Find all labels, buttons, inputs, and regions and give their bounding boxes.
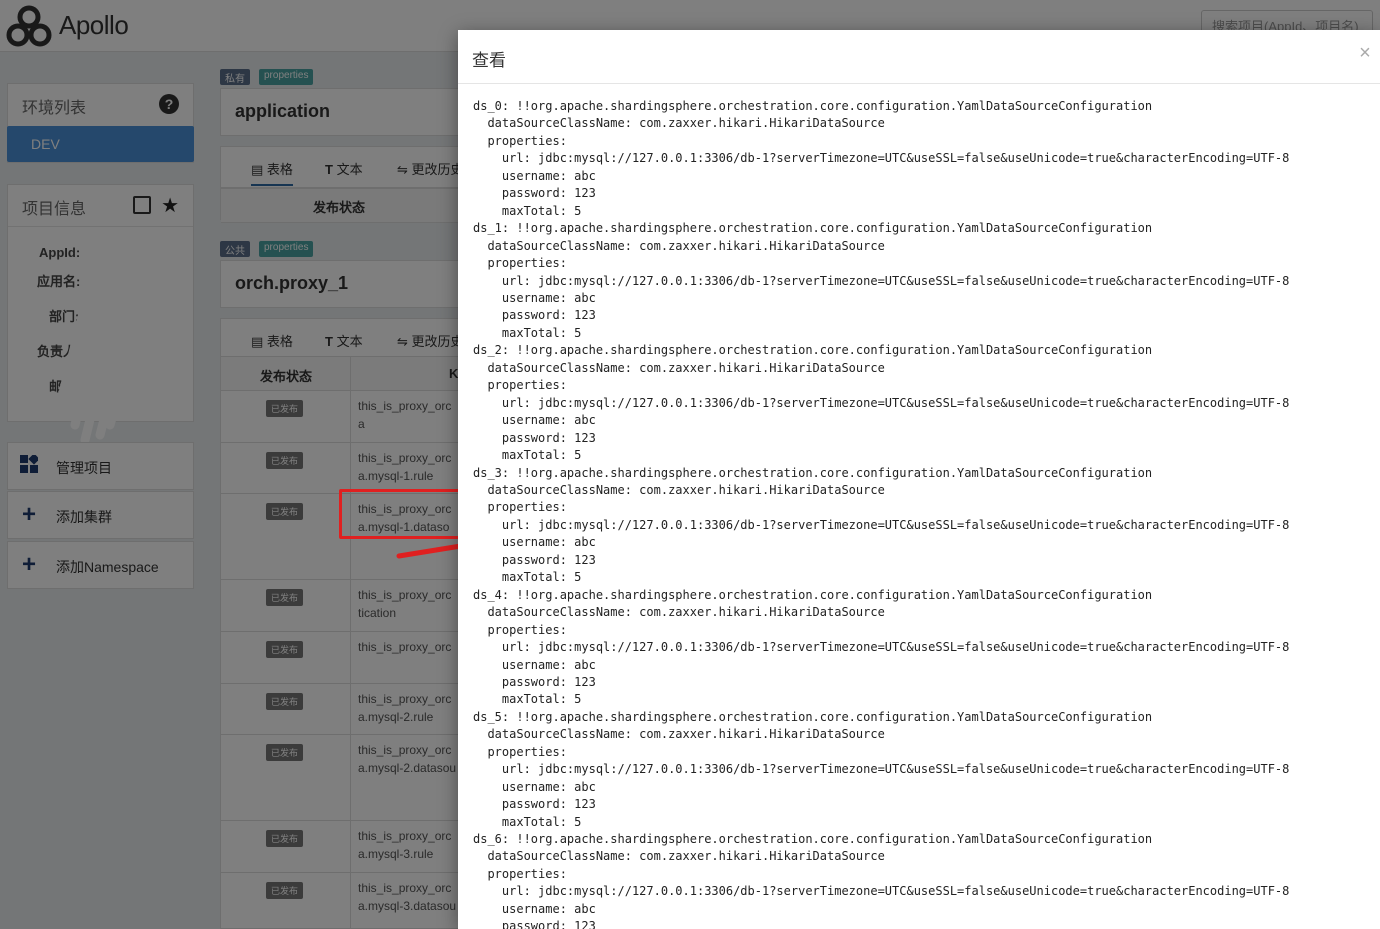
config-line: ds_5: !!org.apache.shardingsphere.orches…	[473, 709, 1153, 724]
config-line: ds_3: !!org.apache.shardingsphere.orches…	[473, 465, 1153, 480]
config-line: maxTotal: 5	[473, 570, 582, 585]
config-line: url: jdbc:mysql://127.0.0.1:3306/db-1?se…	[473, 151, 1290, 166]
config-line: properties:	[473, 622, 567, 637]
config-line: properties:	[473, 500, 567, 515]
config-line: ds_6: !!org.apache.shardingsphere.orches…	[473, 832, 1153, 847]
config-line: maxTotal: 5	[473, 448, 582, 463]
config-line: password: 123	[473, 797, 596, 812]
config-line: dataSourceClassName: com.zaxxer.hikari.H…	[473, 482, 885, 497]
config-text: ds_0: !!org.apache.shardingsphere.orches…	[473, 98, 1365, 929]
modal-header: 查看 ×	[458, 30, 1380, 84]
config-line: ds_4: !!org.apache.shardingsphere.orches…	[473, 587, 1153, 602]
config-line: url: jdbc:mysql://127.0.0.1:3306/db-1?se…	[473, 762, 1290, 777]
config-line: dataSourceClassName: com.zaxxer.hikari.H…	[473, 605, 885, 620]
config-line: username: abc	[473, 657, 596, 672]
config-line: dataSourceClassName: com.zaxxer.hikari.H…	[473, 849, 885, 864]
config-line: maxTotal: 5	[473, 814, 582, 829]
view-modal: 查看 × ds_0: !!org.apache.shardingsphere.o…	[458, 30, 1380, 929]
config-line: properties:	[473, 133, 567, 148]
config-line: dataSourceClassName: com.zaxxer.hikari.H…	[473, 238, 885, 253]
config-line: username: abc	[473, 535, 596, 550]
close-icon[interactable]: ×	[1356, 42, 1374, 64]
config-line: url: jdbc:mysql://127.0.0.1:3306/db-1?se…	[473, 884, 1290, 899]
config-line: ds_1: !!org.apache.shardingsphere.orches…	[473, 221, 1153, 236]
config-line: password: 123	[473, 919, 596, 929]
config-line: ds_2: !!org.apache.shardingsphere.orches…	[473, 343, 1153, 358]
config-line: properties:	[473, 744, 567, 759]
config-line: username: abc	[473, 290, 596, 305]
config-line: maxTotal: 5	[473, 692, 582, 707]
config-line: maxTotal: 5	[473, 325, 582, 340]
config-line: password: 123	[473, 674, 596, 689]
config-line: maxTotal: 5	[473, 203, 582, 218]
config-line: username: abc	[473, 901, 596, 916]
config-line: properties:	[473, 378, 567, 393]
config-line: username: abc	[473, 779, 596, 794]
config-line: password: 123	[473, 308, 596, 323]
config-line: properties:	[473, 256, 567, 271]
config-line: username: abc	[473, 168, 596, 183]
config-line: url: jdbc:mysql://127.0.0.1:3306/db-1?se…	[473, 273, 1290, 288]
config-line: properties:	[473, 866, 567, 881]
config-line: dataSourceClassName: com.zaxxer.hikari.H…	[473, 727, 885, 742]
config-line: dataSourceClassName: com.zaxxer.hikari.H…	[473, 360, 885, 375]
modal-title: 查看	[472, 51, 506, 70]
config-line: username: abc	[473, 413, 596, 428]
config-line: url: jdbc:mysql://127.0.0.1:3306/db-1?se…	[473, 640, 1290, 655]
config-line: password: 123	[473, 430, 596, 445]
config-line: password: 123	[473, 552, 596, 567]
config-line: password: 123	[473, 186, 596, 201]
config-line: url: jdbc:mysql://127.0.0.1:3306/db-1?se…	[473, 517, 1290, 532]
modal-body: ds_0: !!org.apache.shardingsphere.orches…	[458, 84, 1380, 929]
config-line: dataSourceClassName: com.zaxxer.hikari.H…	[473, 116, 885, 131]
config-line: url: jdbc:mysql://127.0.0.1:3306/db-1?se…	[473, 395, 1290, 410]
config-line: ds_0: !!org.apache.shardingsphere.orches…	[473, 99, 1153, 113]
